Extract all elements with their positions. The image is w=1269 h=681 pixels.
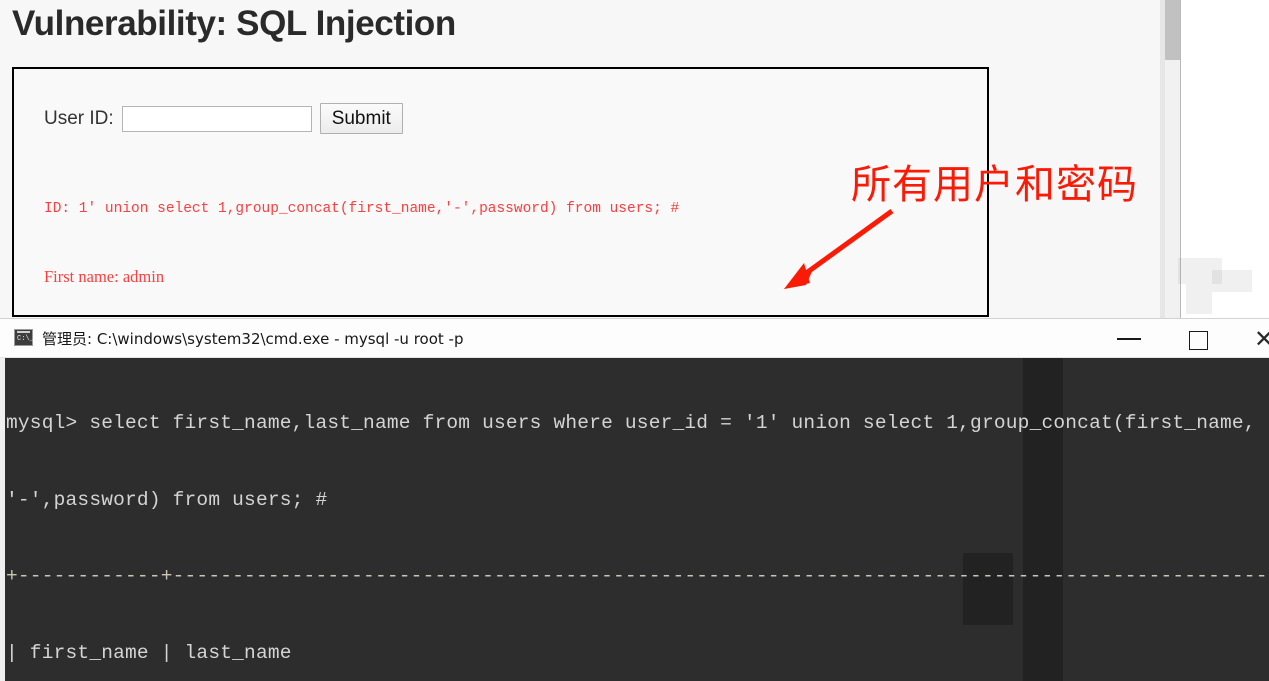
terminal-line-0: mysql> select first_name,last_name from … [6,412,1256,434]
cmd-terminal-text: mysql> select first_name,last_name from … [6,360,1269,681]
result-line-query-1: ID: 1' union select 1,group_concat(first… [44,201,680,217]
sql-results-output: ID: 1' union select 1,group_concat(first… [44,153,987,315]
submit-button[interactable]: Submit [319,103,403,134]
annotation-label: 所有用户和密码 [851,162,1138,208]
watermark-block-3 [1212,270,1252,292]
terminal-line-1: '-',password) from users; # [6,488,328,511]
cmd-window: C:\_ 管理员: C:\windows\system32\cmd.exe - … [0,318,1269,681]
minimize-button[interactable] [1106,319,1152,358]
terminal-line-2: +------------+--------------------------… [6,565,1269,587]
browser-page-layer: Vulnerability: SQL Injection User ID: Su… [0,0,1269,330]
cmd-titlebar[interactable]: C:\_ 管理员: C:\windows\system32\cmd.exe - … [0,318,1269,680]
vulnerability-panel: User ID: Submit ID: 1' union select 1,gr… [12,67,989,317]
cmd-window-title: 管理员: C:\windows\system32\cmd.exe - mysql… [42,330,464,348]
user-id-form: User ID: Submit [44,103,403,134]
console-icon: C:\_ [14,329,34,346]
watermark-block-2 [1186,284,1212,314]
close-icon: ✕ [1254,326,1269,353]
cmd-left-gutter [0,358,5,681]
user-id-input[interactable] [121,105,312,132]
page-title: Vulnerability: SQL Injection [12,4,456,43]
maximize-button[interactable] [1175,319,1221,358]
terminal-line-3: | first_name | last_name | [6,641,1269,664]
close-button[interactable]: ✕ [1248,319,1269,358]
maximize-icon [1189,331,1208,350]
user-id-label: User ID: [44,107,114,129]
screenshot-root: Vulnerability: SQL Injection User ID: Su… [0,0,1269,681]
result-line-firstname-1: First name: admin [44,266,165,286]
minimize-icon [1117,338,1141,340]
cmd-terminal-body[interactable]: 4.2 手工注入操作 4.2.1 逻辑判断注入点 4.2.2 判断查询列数 4.… [0,358,1269,681]
page-scrollbar-thumb[interactable] [1165,0,1180,60]
